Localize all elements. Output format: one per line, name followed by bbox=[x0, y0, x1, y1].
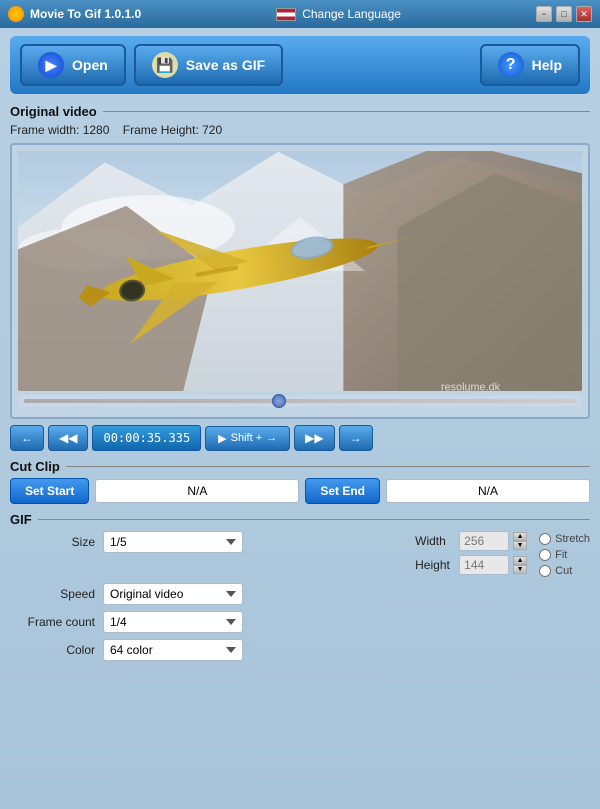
change-language-label[interactable]: Change Language bbox=[302, 7, 401, 21]
gif-title: GIF bbox=[10, 512, 590, 527]
video-info: Frame width: 1280 Frame Height: 720 bbox=[10, 123, 590, 137]
original-video-section: Original video Frame width: 1280 Frame H… bbox=[10, 104, 590, 451]
height-label: Height bbox=[415, 558, 455, 572]
original-video-title: Original video bbox=[10, 104, 590, 119]
save-label: Save as GIF bbox=[186, 57, 265, 73]
arrow-right-icon: → bbox=[266, 432, 277, 444]
cut-radio-item[interactable]: Cut bbox=[539, 565, 590, 577]
save-gif-button[interactable]: 💾 Save as GIF bbox=[134, 44, 283, 86]
play-icon: ▶ bbox=[218, 432, 226, 445]
height-up-button[interactable]: ▲ bbox=[513, 556, 527, 565]
scrubber-thumb[interactable] bbox=[272, 394, 286, 408]
frame-count-label: Frame count bbox=[20, 615, 95, 629]
width-input[interactable] bbox=[459, 531, 509, 551]
frame-height-label: Frame Height: bbox=[123, 123, 199, 137]
frame-width-label: Frame width: bbox=[10, 123, 79, 137]
app-icon bbox=[8, 6, 24, 22]
play-button[interactable]: ▶ Shift + → bbox=[205, 426, 290, 451]
open-icon: ▶ bbox=[38, 52, 64, 78]
gif-section: GIF Size 1/5 1/4 1/3 1/2 Original bbox=[10, 512, 590, 661]
title-bar-left: Movie To Gif 1.0.1.0 bbox=[8, 6, 141, 22]
playback-controls: ← ◀◀ 00:00:35.335 ▶ Shift + → ▶▶ → bbox=[10, 425, 590, 451]
open-button[interactable]: ▶ Open bbox=[20, 44, 126, 86]
size-label: Size bbox=[20, 535, 95, 549]
fit-label: Fit bbox=[555, 549, 567, 561]
fit-radio[interactable] bbox=[539, 549, 551, 561]
frame-height-value: 720 bbox=[202, 123, 222, 137]
speed-row: Speed Original video 0.5x 2x 4x bbox=[20, 583, 590, 605]
set-end-button[interactable]: Set End bbox=[305, 478, 380, 504]
toolbar: ▶ Open 💾 Save as GIF ? Help bbox=[10, 36, 590, 94]
frame-count-row: Frame count 1/4 1/3 1/2 All bbox=[20, 611, 590, 633]
cut-clip-title: Cut Clip bbox=[10, 459, 590, 474]
help-label: Help bbox=[532, 57, 562, 73]
next-button[interactable]: → bbox=[339, 425, 373, 451]
height-input[interactable] bbox=[459, 555, 509, 575]
help-button[interactable]: ? Help bbox=[480, 44, 580, 86]
stretch-radio[interactable] bbox=[539, 533, 551, 545]
main-container: ▶ Open 💾 Save as GIF ? Help Original vid… bbox=[0, 28, 600, 809]
set-start-button[interactable]: Set Start bbox=[10, 478, 89, 504]
cut-radio[interactable] bbox=[539, 565, 551, 577]
video-preview-container: resolume.dk bbox=[10, 143, 590, 419]
fit-radio-item[interactable]: Fit bbox=[539, 549, 590, 561]
title-bar: Movie To Gif 1.0.1.0 Change Language − □… bbox=[0, 0, 600, 28]
scrubber-track[interactable] bbox=[24, 399, 576, 403]
end-value: N/A bbox=[386, 479, 590, 503]
scale-mode-group: Stretch Fit Cut bbox=[539, 533, 590, 577]
frame-count-select[interactable]: 1/4 1/3 1/2 All bbox=[103, 611, 243, 633]
width-up-button[interactable]: ▲ bbox=[513, 532, 527, 541]
flag-icon bbox=[276, 8, 296, 21]
cut-label: Cut bbox=[555, 565, 572, 577]
width-label: Width bbox=[415, 534, 455, 548]
app-title: Movie To Gif 1.0.1.0 bbox=[30, 7, 141, 21]
close-button[interactable]: ✕ bbox=[576, 6, 592, 22]
start-value: N/A bbox=[95, 479, 299, 503]
open-label: Open bbox=[72, 57, 108, 73]
cut-clip-section: Cut Clip Set Start N/A Set End N/A bbox=[10, 459, 590, 504]
shift-label: Shift + bbox=[231, 432, 263, 444]
maximize-button[interactable]: □ bbox=[556, 6, 572, 22]
minimize-button[interactable]: − bbox=[536, 6, 552, 22]
rewind-button[interactable]: ◀◀ bbox=[48, 425, 88, 451]
width-spinner: ▲ ▼ bbox=[513, 532, 527, 550]
title-bar-controls: − □ ✕ bbox=[536, 6, 592, 22]
frame-width-value: 1280 bbox=[83, 123, 110, 137]
prev-button[interactable]: ← bbox=[10, 425, 44, 451]
video-preview: resolume.dk bbox=[18, 151, 582, 391]
title-bar-center: Change Language bbox=[276, 7, 401, 21]
color-label: Color bbox=[20, 643, 95, 657]
height-down-button[interactable]: ▼ bbox=[513, 565, 527, 574]
help-icon: ? bbox=[498, 52, 524, 78]
color-row: Color 64 color 128 color 256 color bbox=[20, 639, 590, 661]
svg-text:resolume.dk: resolume.dk bbox=[441, 381, 501, 391]
speed-label: Speed bbox=[20, 587, 95, 601]
size-select[interactable]: 1/5 1/4 1/3 1/2 Original bbox=[103, 531, 243, 553]
video-scene-svg: resolume.dk bbox=[18, 151, 582, 391]
video-scrubber[interactable] bbox=[18, 395, 582, 407]
save-icon: 💾 bbox=[152, 52, 178, 78]
cut-clip-controls: Set Start N/A Set End N/A bbox=[10, 478, 590, 504]
time-display: 00:00:35.335 bbox=[92, 425, 201, 451]
stretch-label: Stretch bbox=[555, 533, 590, 545]
fast-forward-button[interactable]: ▶▶ bbox=[294, 425, 334, 451]
stretch-radio-item[interactable]: Stretch bbox=[539, 533, 590, 545]
speed-select[interactable]: Original video 0.5x 2x 4x bbox=[103, 583, 243, 605]
width-down-button[interactable]: ▼ bbox=[513, 541, 527, 550]
height-spinner: ▲ ▼ bbox=[513, 556, 527, 574]
color-select[interactable]: 64 color 128 color 256 color bbox=[103, 639, 243, 661]
